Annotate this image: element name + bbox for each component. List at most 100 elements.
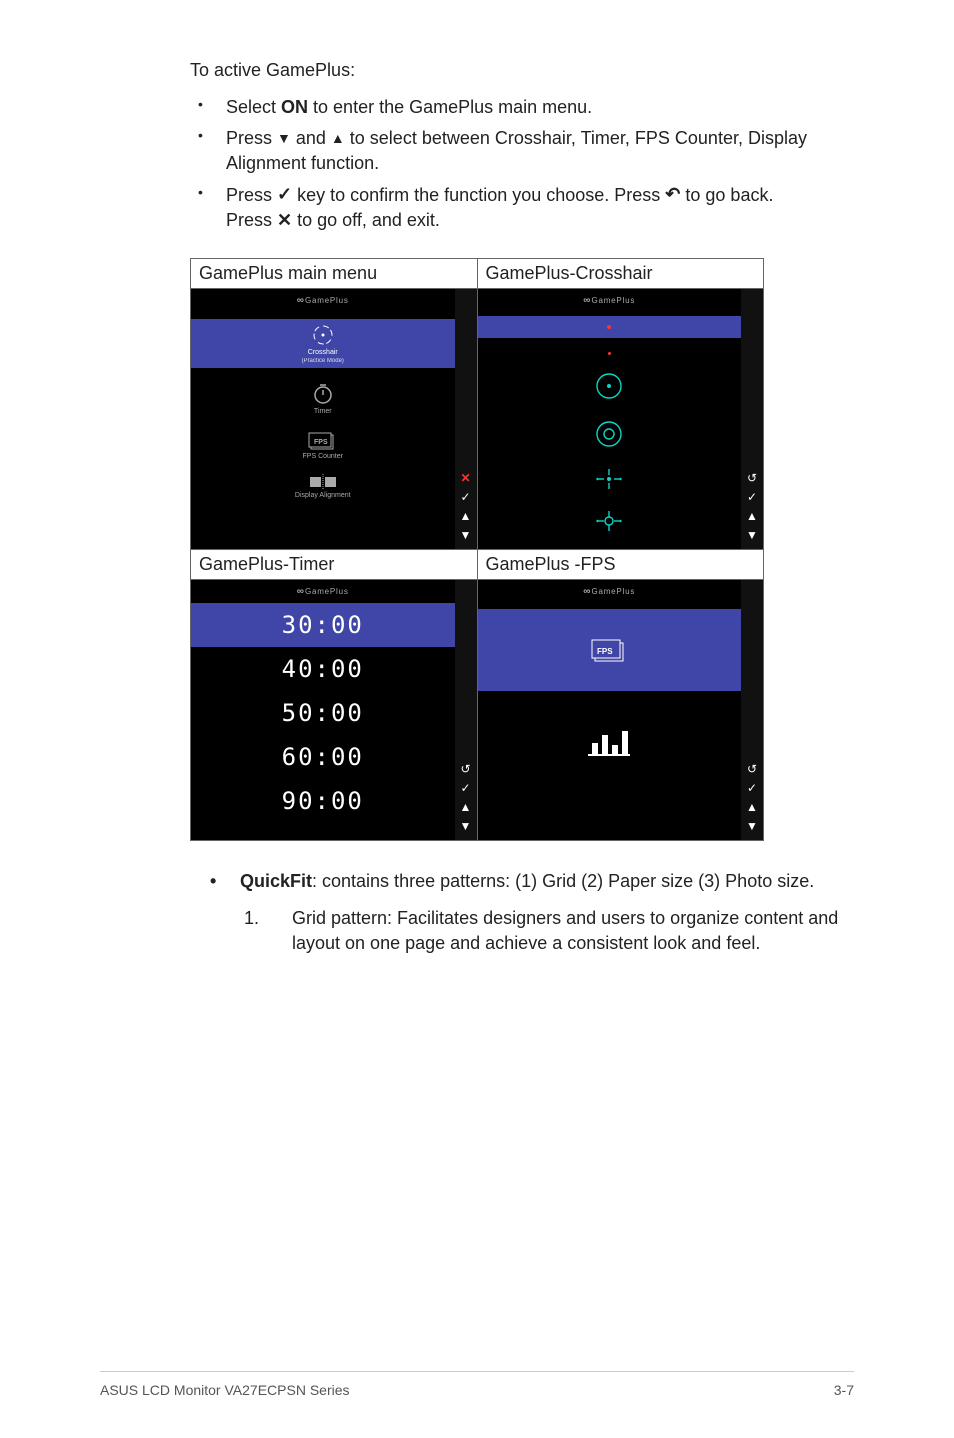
gp-header: ∞ GamePlus	[297, 586, 349, 597]
check-icon: ✓	[277, 182, 292, 207]
timer-icon	[311, 382, 335, 406]
menu-displayalign: Display Alignment	[295, 474, 351, 499]
side-back-icon: ↺	[747, 470, 757, 486]
displayalign-icon	[308, 474, 338, 490]
quickfit-title: QuickFit	[240, 871, 312, 891]
menu-crosshair-sublabel: (Practice Mode)	[302, 358, 344, 364]
panel-body: ∞ GamePlus 30:00 40:00 50:00 60:00 90:00	[191, 580, 455, 840]
red-small-dot-icon	[608, 352, 611, 355]
side-buttons: ↺ ✓ ▲ ▼	[741, 289, 763, 549]
timer-value: 90:00	[282, 787, 364, 815]
quickfit-item-1-text: Grid pattern: Facilitates designers and …	[292, 906, 854, 956]
crosshair-option-dot	[478, 316, 742, 338]
side-up-icon: ▲	[746, 508, 758, 524]
page-footer: ASUS LCD Monitor VA27ECPSN Series 3-7	[100, 1371, 854, 1398]
panel-crosshair: ∞ GamePlus ↺ ✓ ▲ ▼	[478, 289, 764, 549]
fps-option-graph	[584, 725, 634, 759]
timer-value: 40:00	[282, 655, 364, 683]
oo-icon: ∞	[297, 586, 301, 597]
timer-value: 30:00	[282, 611, 364, 639]
menu-timer-label: Timer	[314, 408, 332, 415]
svg-text:FPS: FPS	[597, 647, 613, 656]
fps-option-number: FPS	[478, 609, 742, 691]
menu-crosshair-label: Crosshair	[308, 349, 338, 356]
gp-header: ∞ GamePlus	[583, 295, 635, 306]
grid-row-2: GamePlus-Timer ∞ GamePlus 30:00 40:00 50:…	[191, 550, 763, 840]
quickfit-desc: : contains three patterns: (1) Grid (2) …	[312, 871, 814, 891]
timer-row-40: 40:00	[191, 647, 455, 691]
num: 1.	[244, 906, 264, 956]
crosshair-list	[478, 316, 742, 535]
instruction-confirm-back-exit: Press ✓ key to confirm the function you …	[190, 183, 854, 235]
footer-left: ASUS LCD Monitor VA27ECPSN Series	[100, 1382, 350, 1398]
instruction-select-on: Select ON to enter the GamePlus main men…	[190, 95, 854, 120]
txt: to enter the GamePlus main menu.	[308, 97, 592, 117]
timer-value: 60:00	[282, 743, 364, 771]
title-crosshair: GamePlus-Crosshair	[478, 259, 764, 289]
crosshair-ring1-icon	[592, 369, 626, 403]
side-up-icon: ▲	[460, 508, 472, 524]
side-back-icon: ↺	[460, 761, 470, 777]
side-down-icon: ▼	[460, 527, 472, 543]
crosshair-ring2-icon	[592, 417, 626, 451]
menu-crosshair: Crosshair (Practice Mode)	[191, 319, 455, 368]
red-dot-icon	[607, 325, 611, 329]
instruction-press-updown: Press ▼ and ▲ to select between Crosshai…	[190, 126, 854, 176]
panel-body: ∞GamePlus Crosshair (Practice Mode) Time…	[191, 289, 455, 549]
menu-displayalign-label: Display Alignment	[295, 492, 351, 499]
crosshair-plus2-icon	[592, 507, 626, 535]
down-icon: ▼	[277, 129, 291, 149]
side-down-icon: ▼	[746, 527, 758, 543]
side-back-icon: ↺	[747, 761, 757, 777]
gp-header: ∞GamePlus	[297, 295, 349, 306]
panel-body: ∞GamePlus FPS	[478, 580, 742, 840]
side-buttons: ↺ ✓ ▲ ▼	[741, 580, 763, 840]
screens-grid: GamePlus main menu ∞GamePlus Crosshair (…	[190, 258, 764, 841]
fps-graph-icon	[584, 725, 634, 759]
gp-label: GamePlus	[591, 296, 635, 305]
grid-row-1: GamePlus main menu ∞GamePlus Crosshair (…	[191, 259, 763, 550]
cell-timer: GamePlus-Timer ∞ GamePlus 30:00 40:00 50:…	[191, 550, 478, 840]
instruction-list: Select ON to enter the GamePlus main men…	[190, 89, 854, 240]
timer-row-60: 60:00	[191, 735, 455, 779]
timer-row-50: 50:00	[191, 691, 455, 735]
up-icon: ▲	[331, 129, 345, 149]
intro-text: To active GamePlus:	[190, 60, 854, 81]
txt: Press	[226, 210, 277, 230]
timer-value: 50:00	[282, 699, 364, 727]
timer-row-90: 90:00	[191, 779, 455, 823]
side-check-icon: ✓	[460, 489, 470, 505]
side-check-icon: ✓	[747, 489, 757, 505]
quickfit-bullet: QuickFit: contains three patterns: (1) G…	[210, 871, 854, 892]
txt: Press	[226, 185, 277, 205]
side-down-icon: ▼	[460, 818, 472, 834]
panel-mainmenu: ∞GamePlus Crosshair (Practice Mode) Time…	[191, 289, 477, 549]
cell-crosshair: GamePlus-Crosshair ∞ GamePlus ↺ ✓	[478, 259, 764, 549]
title-timer: GamePlus-Timer	[191, 550, 477, 580]
gp-label: GamePlus	[305, 587, 349, 596]
side-check-icon: ✓	[460, 780, 470, 796]
panel-fps: ∞GamePlus FPS ↺ ✓ ▲ ▼	[478, 580, 764, 840]
cell-fps: GamePlus -FPS ∞GamePlus FPS ↺ ✓ ▲ ▼	[478, 550, 764, 840]
side-up-icon: ▲	[746, 799, 758, 815]
x-icon: ✕	[277, 208, 292, 233]
menu-fps-label: FPS Counter	[303, 453, 343, 460]
panel-timer: ∞GamePlus 30:00 40:00 50:00 60:00 90:00 …	[191, 580, 477, 840]
side-buttons: ✕ ✓ ▲ ▼	[455, 289, 477, 549]
quickfit-item-1: 1. Grid pattern: Facilitates designers a…	[244, 906, 854, 956]
title-mainmenu: GamePlus main menu	[191, 259, 477, 289]
panel-body: ∞ GamePlus	[478, 289, 742, 549]
crosshair-icon	[311, 323, 335, 347]
side-down-icon: ▼	[746, 818, 758, 834]
oo-icon: ∞	[583, 295, 587, 306]
txt: to go off, and exit.	[292, 210, 440, 230]
timer-list: 30:00 40:00 50:00 60:00 90:00	[191, 603, 455, 823]
gp-header: ∞GamePlus	[583, 586, 635, 597]
back-icon: ↶	[665, 182, 680, 207]
gp-label: GamePlus	[591, 587, 635, 596]
fps-icon: FPS	[308, 429, 338, 451]
side-buttons: ↺ ✓ ▲ ▼	[455, 580, 477, 840]
txt: to go back.	[680, 185, 773, 205]
svg-text:FPS: FPS	[314, 439, 328, 446]
side-x-icon: ✕	[460, 470, 470, 486]
